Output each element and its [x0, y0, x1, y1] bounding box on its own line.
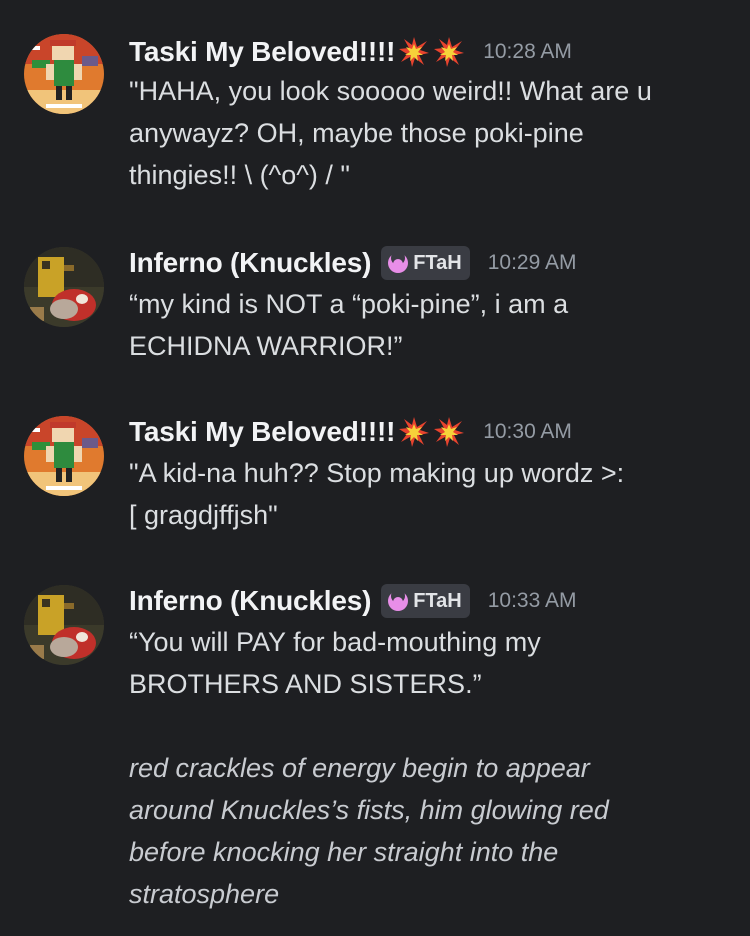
collision-icon — [398, 36, 430, 68]
username[interactable]: Taski My Beloved!!!! — [129, 36, 395, 68]
message-line: BROTHERS AND SISTERS.” — [129, 669, 482, 699]
message-content: “my kind is NOT a “poki-pine”, i am a EC… — [129, 283, 729, 367]
role-tag-label: FTaH — [413, 251, 462, 274]
role-tag[interactable]: FTaH — [381, 246, 470, 280]
avatar-inferno[interactable] — [24, 247, 104, 327]
timestamp: 10:28 AM — [483, 40, 572, 63]
message-content: "HAHA, you look sooooo weird!! What are … — [129, 70, 729, 196]
avatar-taski[interactable] — [24, 34, 104, 114]
italic-text: red crackles of energy begin to appear — [129, 753, 590, 783]
message-header: Inferno (Knuckles) FTaH 10:33 AM — [129, 581, 576, 621]
pink-moon-icon — [387, 252, 409, 274]
message-line: anywayz? OH, maybe those poki-pine — [129, 118, 584, 148]
message-line: thingies!! \ (^o^) / " — [129, 160, 350, 190]
taski-avatar-image — [24, 416, 104, 496]
message-line: [ gragdjffjsh" — [129, 500, 278, 530]
timestamp: 10:33 AM — [487, 589, 577, 612]
timestamp: 10:30 AM — [483, 420, 572, 443]
username[interactable]: Inferno (Knuckles) — [129, 585, 371, 617]
message-line: “You will PAY for bad-mouthing my — [129, 627, 541, 657]
avatar-inferno[interactable] — [24, 585, 104, 665]
role-tag-label: FTaH — [413, 589, 462, 612]
inferno-avatar-image — [24, 585, 104, 665]
username[interactable]: Inferno (Knuckles) — [129, 247, 371, 279]
message-line: “my kind is NOT a “poki-pine”, i am a — [129, 289, 569, 319]
role-tag[interactable]: FTaH — [381, 584, 470, 618]
message-content: "A kid-na huh?? Stop making up wordz >: … — [129, 452, 729, 536]
message-header: Taski My Beloved!!!! 10:28 AM — [129, 32, 572, 72]
message-list: Taski My Beloved!!!! 10:28 AM "HAHA, you… — [0, 0, 750, 936]
pink-moon-icon — [387, 590, 409, 612]
message-line: ECHIDNA WARRIOR!” — [129, 331, 403, 361]
collision-icon — [398, 416, 430, 448]
username[interactable]: Taski My Beloved!!!! — [129, 416, 395, 448]
message-line-italic: before knocking her straight into the — [129, 831, 729, 873]
timestamp: 10:29 AM — [487, 251, 577, 274]
message-line-italic: stratosphere — [129, 873, 729, 915]
italic-text: before knocking her straight into the — [129, 837, 559, 867]
collision-icon — [433, 36, 465, 68]
taski-avatar-image — [24, 34, 104, 114]
message-header: Taski My Beloved!!!! 10:30 AM — [129, 412, 572, 452]
italic-text: around Knuckles’s fists, him glowing red — [129, 795, 609, 825]
inferno-avatar-image — [24, 247, 104, 327]
message-line: "HAHA, you look sooooo weird!! What are … — [129, 76, 652, 106]
message-line-italic: red crackles of energy begin to appear — [129, 747, 729, 789]
avatar-taski[interactable] — [24, 416, 104, 496]
collision-icon — [433, 416, 465, 448]
message-line-italic: around Knuckles’s fists, him glowing red — [129, 789, 729, 831]
message-header: Inferno (Knuckles) FTaH 10:29 AM — [129, 243, 576, 283]
message-line: "A kid-na huh?? Stop making up wordz >: — [129, 458, 625, 488]
italic-text: stratosphere — [129, 879, 280, 909]
message-content: “You will PAY for bad-mouthing my BROTHE… — [129, 621, 729, 915]
